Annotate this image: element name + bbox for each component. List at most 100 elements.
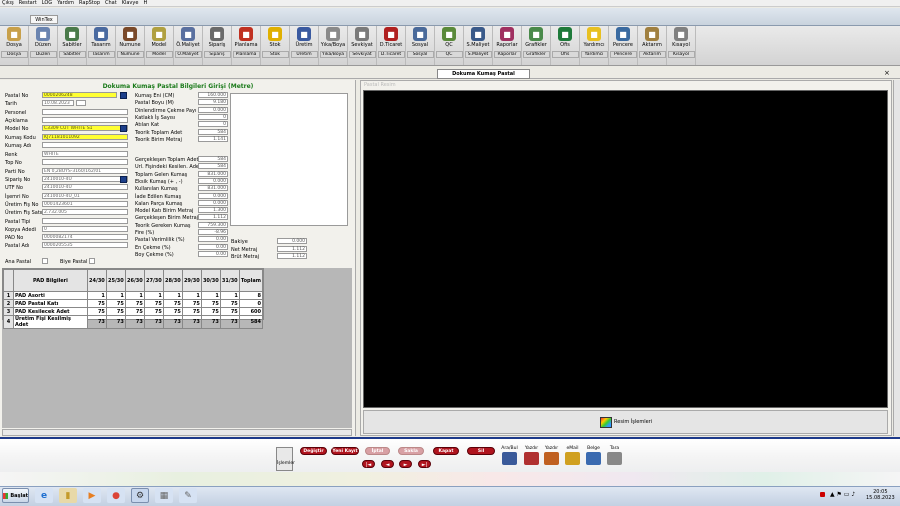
grid-cell[interactable]: 75 <box>219 307 240 316</box>
menu-item-0[interactable]: Çıkış <box>2 0 14 6</box>
grid-cell[interactable]: 1 <box>162 291 183 300</box>
ribbon-button-d-zen[interactable]: ■ Düzen Düzen <box>29 26 58 65</box>
field-input[interactable]: C3309 CUT WHITE S1 <box>42 125 128 132</box>
ribbon-dropdown[interactable]: Sevkiyat <box>348 51 376 58</box>
mid2-field-value[interactable]: 1.112 <box>198 214 228 221</box>
field-input[interactable]: 0001423601 <box>42 200 128 207</box>
tool-button-3[interactable]: eMail <box>564 446 581 465</box>
mid-field-value[interactable]: 9.180 <box>198 99 228 106</box>
grid-cell[interactable]: 75 <box>181 299 202 308</box>
explorer-icon[interactable]: ▮ <box>59 488 77 503</box>
notes-box[interactable] <box>230 93 348 226</box>
mid2-field-value[interactable]: 584 <box>198 156 228 162</box>
action-button-5[interactable]: Sil <box>467 447 495 455</box>
pad-grid[interactable]: PAD Bilgileri 24/30 25/30 26/30 27/30 28/30 29… <box>2 268 264 329</box>
ribbon-dropdown[interactable]: Aktarım <box>638 51 666 58</box>
ribbon-dropdown[interactable]: Sabitler <box>58 51 86 58</box>
grid-cell[interactable]: 75 <box>162 307 183 316</box>
ribbon-button-aktar-m[interactable]: ■ Aktarım Aktarım <box>638 26 667 65</box>
menu-item-4[interactable]: RapStop <box>79 0 100 6</box>
mid2-field-value[interactable]: 0.00 <box>198 250 228 257</box>
ribbon-button-model[interactable]: ■ Model Model <box>145 26 174 65</box>
menu-item-2[interactable]: LOG <box>42 0 52 6</box>
grid-cell[interactable]: 8 <box>238 291 264 300</box>
field-input[interactable]: 2410010-4U <box>42 184 128 191</box>
grid-cell[interactable]: 0 <box>238 299 264 308</box>
vertical-scrollbar[interactable] <box>893 80 900 436</box>
grid-cell[interactable]: 73 <box>86 315 107 329</box>
ribbon-button-planlama[interactable]: ■ Planlama Planlama <box>232 26 261 65</box>
tray-icons[interactable]: ▲ ⚑ ▭ ♪ <box>830 491 855 498</box>
mid2-field-value[interactable]: 831.000 <box>198 170 228 177</box>
clock[interactable]: 20:05 15.08.2023 <box>866 489 895 501</box>
ribbon-button-qc[interactable]: ■ QC QC <box>435 26 464 65</box>
grid-cell[interactable]: 73 <box>219 315 240 329</box>
mid2-field-value[interactable]: 0.00 <box>198 243 228 250</box>
ribbon-button-sabitler[interactable]: ■ Sabitler Sabitler <box>58 26 87 65</box>
grid-cell[interactable]: 1 <box>219 291 240 300</box>
tab-pastal-calismasi[interactable]: Dokuma Kumaş Pastal Çalışması <box>437 69 530 86</box>
close-tab-icon[interactable]: × <box>884 69 890 77</box>
nav-button-1[interactable]: ◄ <box>381 460 394 468</box>
ribbon-dropdown[interactable]: Raporlar <box>493 51 521 58</box>
field-input[interactable]: 2.732.005 <box>42 209 128 216</box>
grid-cell[interactable]: 75 <box>200 307 221 316</box>
mid2-field-value[interactable]: 0.000 <box>198 192 228 199</box>
field-input[interactable] <box>42 108 128 115</box>
table-row[interactable]: 1 PAD Asorti 1 1 1 1 1 1 1 1 8 <box>3 291 264 300</box>
ribbon-button-stok[interactable]: ■ Stok Stok <box>261 26 290 65</box>
action-button-0[interactable]: Değiştir <box>300 447 327 455</box>
ribbon-dropdown[interactable]: Numune <box>116 51 144 58</box>
grid-cell[interactable]: 73 <box>200 315 221 329</box>
tool-button-5[interactable]: Tara <box>606 446 623 465</box>
ribbon-button-s-maliyet[interactable]: ■ S.Maliyet S.Maliyet <box>464 26 493 65</box>
grid-cell[interactable]: 75 <box>143 299 164 308</box>
nav-button-0[interactable]: |◄ <box>362 460 375 468</box>
window-tab[interactable]: WinTex <box>30 15 58 24</box>
ribbon-dropdown[interactable]: Ofis <box>551 51 579 58</box>
menu-item-6[interactable]: Klavye <box>122 0 139 6</box>
ribbon-button-numune[interactable]: ■ Numune Numune <box>116 26 145 65</box>
grid-cell[interactable]: 73 <box>105 315 126 329</box>
mid2-field-value[interactable]: 584 <box>198 163 228 170</box>
ribbon-dropdown[interactable]: Planlama <box>232 51 260 58</box>
field-input[interactable]: KJ71181011092 <box>42 133 128 140</box>
tool-button-2[interactable]: Yazdır <box>543 446 560 465</box>
horizontal-scrollbar[interactable] <box>2 429 352 436</box>
ribbon-dropdown[interactable]: Sosyal <box>406 51 434 58</box>
table-row[interactable]: 2 PAD Pastal Katı 75 75 75 75 75 75 75 75 0 <box>3 299 264 308</box>
ribbon-button-d-ticaret[interactable]: ■ D.Ticaret D.Ticaret <box>377 26 406 65</box>
nav-button-3[interactable]: ►| <box>418 460 431 468</box>
menu-item-5[interactable]: Chat <box>105 0 117 6</box>
mid-field-value[interactable]: 1.141 <box>198 135 228 142</box>
table-row[interactable]: 4 Üretim Fişi Kesilmiş Adet 73 73 73 73 73 73 73… <box>3 315 264 329</box>
right-field-value[interactable]: 1.112 <box>277 245 307 252</box>
tool-icon[interactable]: ✎ <box>179 488 197 503</box>
field-input[interactable]: 0000082174 <box>42 234 128 241</box>
ribbon-button-pencere[interactable]: ■ Pencere Pencere <box>609 26 638 65</box>
ribbon-dropdown[interactable]: Tasarım <box>87 51 115 58</box>
ribbon-dropdown[interactable]: Kısayol <box>667 51 695 58</box>
mid-field-value[interactable]: 0 <box>198 121 228 128</box>
ribbon-dropdown[interactable]: Grafikler <box>522 51 550 58</box>
field-input[interactable]: 2410010-4U_01 <box>42 192 128 199</box>
field-input[interactable]: WHITE <box>42 151 128 158</box>
mid2-field-value[interactable]: 0.00 <box>198 236 228 243</box>
ribbon-button-dosya[interactable]: ■ Dosya Dosya <box>0 26 29 65</box>
action-button-1[interactable]: Yeni Kayıt <box>331 447 359 455</box>
grid-cell[interactable]: 1 <box>86 291 107 300</box>
menu-item-7[interactable]: H <box>143 0 147 6</box>
chrome-icon[interactable]: ● <box>107 488 125 503</box>
menu-item-1[interactable]: Restart <box>19 0 37 6</box>
app-icon[interactable]: ▦ <box>155 488 173 503</box>
ribbon-dropdown[interactable]: Ö.Maliyet <box>174 51 202 58</box>
notification-icon[interactable] <box>820 492 825 497</box>
ribbon-button-sipari-[interactable]: ■ Sipariş Sipariş <box>203 26 232 65</box>
grid-cell[interactable]: 75 <box>86 307 107 316</box>
field-input[interactable] <box>42 141 128 148</box>
lookup-icon[interactable] <box>120 92 127 99</box>
ribbon-button--maliyet[interactable]: ■ Ö.Maliyet Ö.Maliyet <box>174 26 203 65</box>
field-input[interactable]: 0000205535 <box>42 242 128 249</box>
grid-cell[interactable]: 600 <box>238 307 264 316</box>
mid2-field-value[interactable]: 0.000 <box>198 177 228 184</box>
